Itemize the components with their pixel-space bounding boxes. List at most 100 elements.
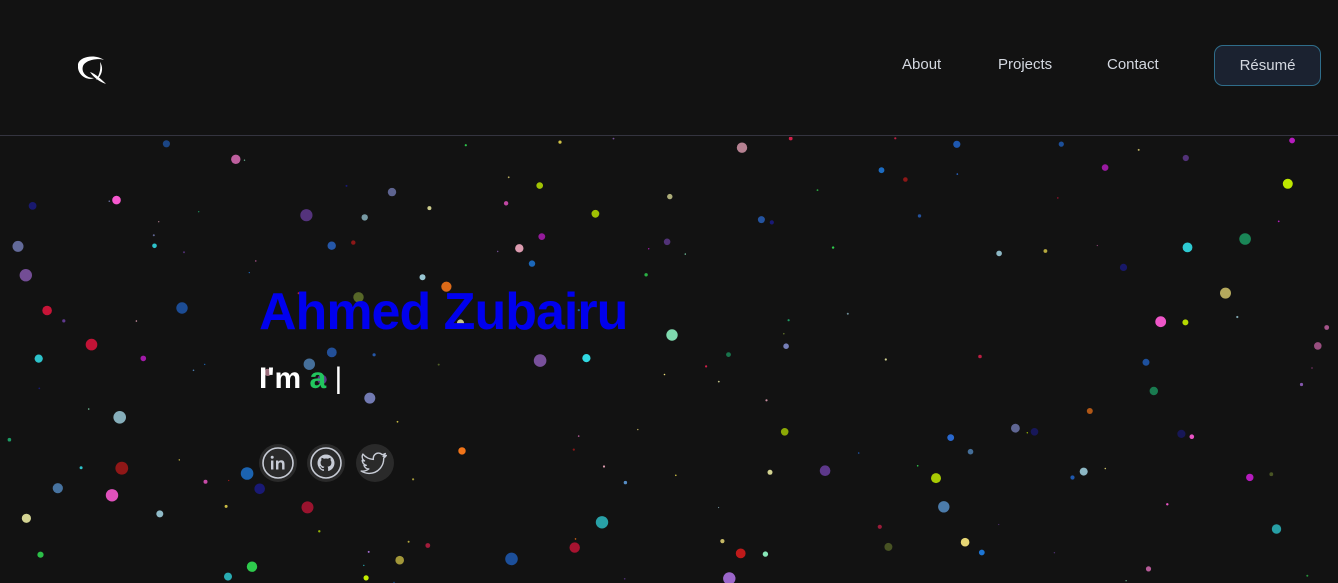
particle-dot <box>577 435 580 437</box>
particle-dot <box>228 479 230 482</box>
particle-dot <box>158 221 160 223</box>
particle-dot <box>528 260 536 267</box>
particle-dot <box>533 354 547 367</box>
particle-dot <box>21 513 31 523</box>
particle-dot <box>877 524 882 529</box>
particle-dot <box>1277 220 1280 223</box>
particle-dot <box>372 353 376 357</box>
particle-dot <box>1104 467 1107 470</box>
github-link[interactable] <box>307 444 345 482</box>
tagline-typed-text: a <box>309 362 327 395</box>
particle-dot <box>558 140 562 144</box>
particle-dot <box>301 501 314 514</box>
particle-dot <box>19 269 32 282</box>
particle-dot <box>515 244 524 253</box>
logo-icon[interactable] <box>70 50 110 90</box>
particle-dot <box>135 320 138 322</box>
particle-dot <box>363 575 369 581</box>
github-icon <box>310 447 342 479</box>
particle-dot <box>1058 141 1064 147</box>
particle-dot <box>105 489 119 502</box>
particle-dot <box>648 248 650 250</box>
particle-dot <box>726 352 731 357</box>
particle-dot <box>637 428 639 431</box>
particle-dot <box>967 448 974 455</box>
particle-dot <box>1125 580 1127 582</box>
particle-dot <box>1246 473 1254 482</box>
particle-dot <box>787 319 790 322</box>
particle-dot <box>931 473 941 484</box>
particle-dot <box>37 551 44 558</box>
particle-dot <box>162 140 170 148</box>
particle-dot <box>684 253 686 255</box>
particle-dot <box>1145 566 1152 572</box>
particle-dot <box>28 202 37 210</box>
nav-link-projects[interactable]: Projects <box>998 56 1052 73</box>
particle-dot <box>1155 316 1167 328</box>
particle-dot <box>1137 148 1140 151</box>
particle-dot <box>767 469 773 475</box>
particle-dot <box>497 250 499 253</box>
hero-tagline: I'm a | <box>259 362 342 396</box>
particle-dot <box>536 182 543 189</box>
particle-dot <box>507 176 510 179</box>
particle-dot <box>595 516 609 529</box>
particle-dot <box>623 578 626 580</box>
particle-dot <box>42 305 52 316</box>
particle-dot <box>156 510 164 518</box>
particle-dot <box>108 200 111 202</box>
linkedin-icon <box>262 447 294 479</box>
particle-dot <box>894 137 897 140</box>
particle-dot <box>675 474 677 477</box>
particle-dot <box>612 137 615 140</box>
particle-dot <box>953 140 961 148</box>
linkedin-link[interactable] <box>259 444 297 482</box>
twitter-icon <box>360 452 387 475</box>
particle-dot <box>1149 386 1159 396</box>
particle-dot <box>183 251 185 254</box>
typing-cursor: | <box>334 362 343 395</box>
particle-dot <box>978 354 982 359</box>
particle-dot <box>1057 197 1059 199</box>
resume-button[interactable]: Résumé <box>1214 45 1321 86</box>
particle-dot <box>757 216 765 224</box>
particle-dot <box>464 144 467 147</box>
twitter-link[interactable] <box>356 444 394 482</box>
particle-dot <box>783 343 789 349</box>
particle-dot <box>1182 319 1189 326</box>
particle-dot <box>1271 524 1282 534</box>
particle-dot <box>52 483 63 494</box>
particle-dot <box>387 187 397 197</box>
page: About Projects Contact Résumé Ahmed Zuba… <box>0 0 1338 583</box>
particle-dot <box>720 539 725 544</box>
particle-dot <box>396 420 399 423</box>
particle-dot <box>878 167 885 174</box>
particle-dot <box>7 437 12 442</box>
particle-dot <box>765 399 768 402</box>
nav-link-contact[interactable]: Contact <box>1107 56 1159 73</box>
particle-dot <box>1142 358 1150 366</box>
nav-link-about[interactable]: About <box>902 56 941 73</box>
particle-dot <box>903 177 908 182</box>
particle-dot <box>978 549 985 556</box>
particle-dot <box>1026 432 1029 434</box>
particle-dot <box>34 354 43 363</box>
particle-dot <box>87 408 90 410</box>
particle-dot <box>38 387 41 390</box>
particle-dot <box>255 260 257 262</box>
particle-dot <box>956 173 959 175</box>
particle-dot <box>1236 315 1239 319</box>
particle-dot <box>231 154 241 164</box>
particle-dot <box>152 234 155 237</box>
particle-dot <box>831 246 835 249</box>
particle-dot <box>623 480 628 485</box>
particle-dot <box>367 550 370 553</box>
particle-dot <box>79 466 83 470</box>
particle-dot <box>938 501 950 513</box>
particle-dot <box>198 211 200 213</box>
particle-dot <box>1306 574 1309 577</box>
particle-dot <box>1314 342 1322 350</box>
particle-dot <box>1086 408 1093 414</box>
particle-dot <box>960 537 970 547</box>
particle-dot <box>326 347 337 358</box>
